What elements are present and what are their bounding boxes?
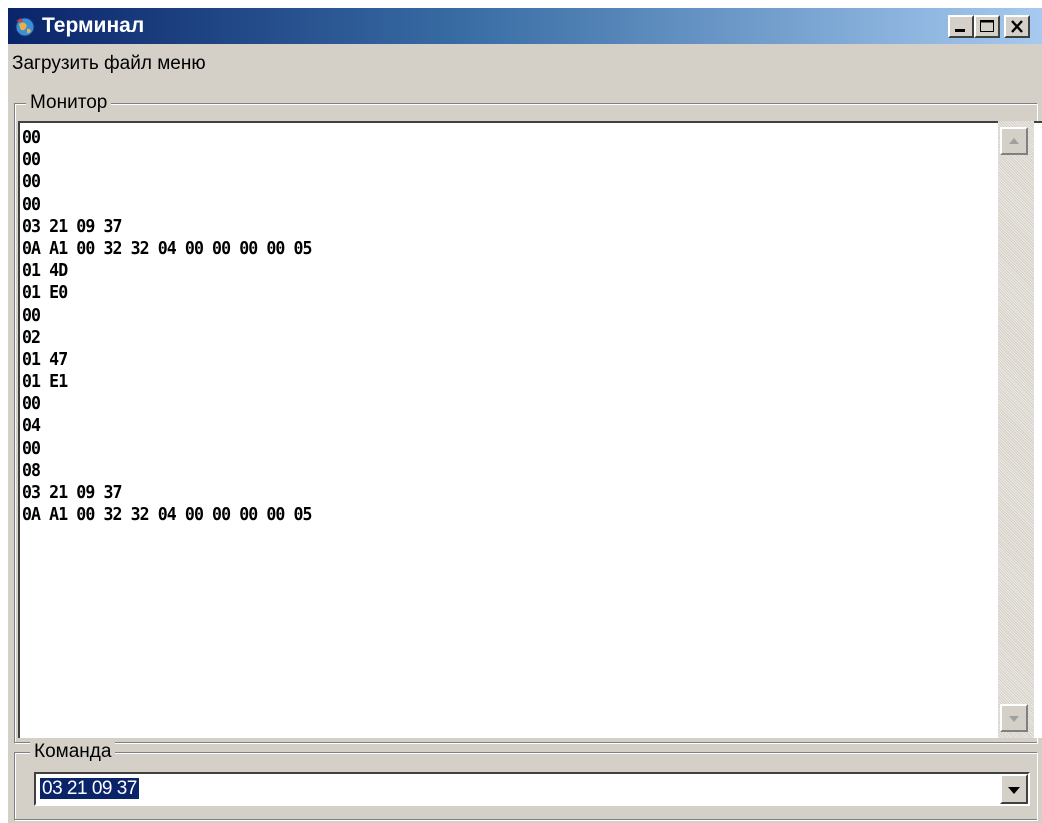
minimize-button[interactable] [948,15,974,38]
monitor-legend: Монитор [26,92,112,114]
monitor-line: 01 4D [22,260,68,282]
maximize-button[interactable] [974,15,1000,38]
monitor-line: 03 21 09 37 [22,482,122,503]
chevron-down-icon [1008,787,1020,794]
monitor-line: 0A A1 00 32 32 04 00 00 00 00 05 [22,237,313,259]
monitor-line: 08 [22,459,41,481]
command-input-value: 03 21 09 37 [40,778,139,799]
window-title: Терминал [42,14,145,37]
monitor-line: 04 [22,415,41,437]
monitor-scrollbar[interactable] [998,121,1034,738]
monitor-line: 00 [22,304,41,326]
command-input[interactable]: 03 21 09 37 [40,777,139,801]
app-globe-icon [15,17,35,37]
terminal-window: Терминал Загрузить файл меню Монитор 00 0… [8,8,1042,823]
scroll-down-button[interactable] [1000,704,1028,732]
monitor-line: 00 [22,193,41,215]
monitor-line: 00 [22,127,41,148]
maximize-icon [980,20,994,32]
monitor-line: 00 [22,437,41,459]
monitor-output[interactable]: 00 00 00 00 03 21 09 37 0A A1 00 32 32 04 00 … [18,121,1042,738]
command-combobox[interactable]: 03 21 09 37 [34,772,1030,806]
monitor-text: 00 00 00 00 03 21 09 37 0A A1 00 32 32 04 00 … [22,127,1002,526]
monitor-line: 01 E1 [22,371,68,393]
arrow-up-icon [1009,138,1019,144]
monitor-line: 01 47 [22,348,68,370]
menu-item-load-file[interactable]: Загрузить файл меню [12,52,206,76]
monitor-line: 00 [22,171,41,193]
monitor-line: 00 [22,393,41,415]
arrow-down-icon [1009,716,1019,722]
monitor-line: 03 21 09 37 [22,215,122,237]
monitor-line: 00 [22,149,41,171]
title-bar[interactable]: Терминал [8,8,1042,44]
menu-bar: Загрузить файл меню [8,44,1042,84]
minimize-icon [955,29,965,32]
command-dropdown-button[interactable] [1000,774,1028,804]
close-button[interactable] [1004,15,1030,38]
monitor-line: 02 [22,326,41,348]
monitor-line: 01 E0 [22,282,68,304]
command-legend: Команда [30,741,116,763]
monitor-line: 0A A1 00 32 32 04 00 00 00 00 05 [22,504,313,526]
scroll-up-button[interactable] [1000,127,1028,155]
close-icon [1011,20,1023,33]
